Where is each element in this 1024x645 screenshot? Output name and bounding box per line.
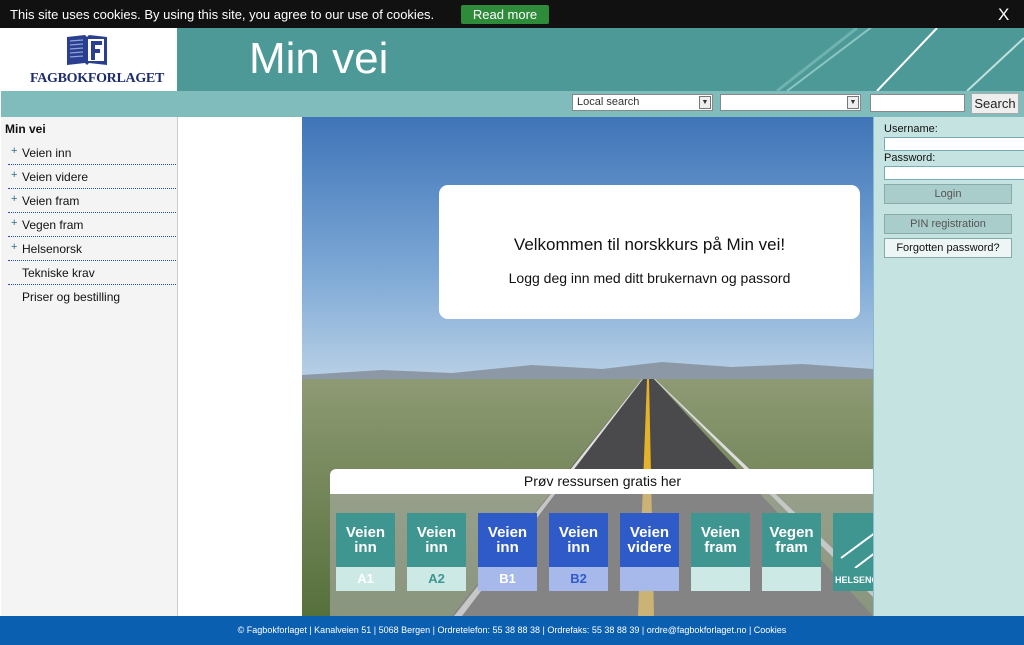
sidebar-item-veien-inn[interactable]: + Veien inn	[8, 141, 176, 165]
tile-line2: inn	[567, 539, 590, 556]
header-banner: Min vei	[177, 28, 1024, 91]
tile-line2: inn	[496, 539, 519, 556]
content-spacer	[178, 117, 302, 616]
trial-panel: Prøv ressursen gratis her Veien inn A1 Ve…	[330, 469, 873, 616]
tile-level: HELSENORSK	[835, 575, 873, 585]
forgotten-password-button[interactable]: Forgotten password?	[884, 238, 1012, 258]
tile-level: B2	[549, 567, 608, 591]
product-tile-vegen-fram[interactable]: Vegen fram	[762, 513, 821, 591]
password-label: Password:	[884, 152, 936, 164]
plus-icon[interactable]: +	[11, 193, 17, 205]
plus-icon[interactable]: +	[11, 217, 17, 229]
sidebar-item-label: Veien fram	[22, 194, 80, 208]
password-input[interactable]	[884, 166, 1024, 180]
product-tile-veien-inn-a2[interactable]: Veien inn A2	[407, 513, 466, 591]
search-button[interactable]: Search	[971, 93, 1019, 114]
search-scope-select[interactable]: Local search ▼	[572, 94, 713, 111]
footer: © Fagbokforlaget | Kanalveien 51 | 5068 …	[0, 616, 1024, 645]
sidebar-item-veien-videre[interactable]: + Veien videre	[8, 165, 176, 189]
sidebar-item-vegen-fram[interactable]: + Vegen fram	[8, 213, 176, 237]
sidebar-item-label: Tekniske krav	[22, 266, 95, 280]
welcome-box: Velkommen til norskkurs på Min vei! Logg…	[439, 185, 860, 319]
page-title: Min vei	[249, 34, 389, 83]
tile-level: B1	[478, 567, 537, 591]
product-tile-veien-inn-b1[interactable]: Veien inn B1	[478, 513, 537, 591]
welcome-heading: Velkommen til norskkurs på Min vei!	[513, 235, 786, 254]
cookie-banner: This site uses cookies. By using this si…	[0, 0, 1024, 28]
search-scope-value: Local search	[577, 96, 640, 108]
sidebar-heading[interactable]: Min vei	[5, 122, 46, 136]
tile-line2: inn	[425, 539, 448, 556]
chevron-down-icon: ▼	[699, 96, 711, 109]
pin-registration-button[interactable]: PIN registration	[884, 214, 1012, 234]
sidebar-item-label: Priser og bestilling	[22, 290, 121, 304]
logo[interactable]: FAGBOKFORLAGET	[1, 28, 177, 91]
tile-label: Veien videre	[620, 513, 679, 567]
helsenorsk-logo-icon	[840, 533, 873, 569]
login-panel: Username: Password: Login PIN registrati…	[873, 117, 1024, 616]
sidebar-item-priser[interactable]: Priser og bestilling	[8, 285, 176, 309]
sidebar-item-label: Vegen fram	[22, 218, 84, 232]
tile-line2: videre	[627, 539, 672, 556]
tile-level	[691, 567, 750, 591]
login-button[interactable]: Login	[884, 184, 1012, 204]
sidebar-menu: + Veien inn + Veien videre + Veien fram + Ve…	[8, 141, 176, 309]
sidebar-item-label: Veien videre	[22, 170, 89, 184]
plus-icon[interactable]: +	[11, 145, 17, 157]
tile-label: Veien inn	[478, 513, 537, 567]
product-tile-veien-inn-b2[interactable]: Veien inn B2	[549, 513, 608, 591]
plus-icon[interactable]: +	[11, 169, 17, 181]
tile-line2: inn	[354, 539, 377, 556]
chevron-down-icon: ▼	[847, 96, 859, 109]
tile-label: Vegen fram	[762, 513, 821, 567]
sidebar-item-label: Helsenorsk	[22, 242, 83, 256]
hero-image: Velkommen til norskkurs på Min vei! Logg…	[302, 117, 873, 616]
close-cookie-button[interactable]: X	[998, 5, 1009, 25]
product-tile-veien-videre[interactable]: Veien videre	[620, 513, 679, 591]
product-tile-veien-inn-a1[interactable]: Veien inn A1	[336, 513, 395, 591]
cookie-message: This site uses cookies. By using this si…	[10, 7, 435, 22]
tile-label: Veien fram	[691, 513, 750, 567]
tile-level: A1	[336, 567, 395, 591]
tile-label: Veien inn	[336, 513, 395, 567]
footer-text[interactable]: © Fagbokforlaget | Kanalveien 51 | 5068 …	[238, 625, 787, 635]
sidebar-item-helsenorsk[interactable]: + Helsenorsk	[8, 237, 176, 261]
tile-line2: fram	[704, 539, 737, 556]
sidebar: Min vei + Veien inn + Veien videre + Veien …	[1, 117, 178, 616]
search-input[interactable]	[870, 94, 965, 112]
tile-label: Veien inn	[407, 513, 466, 567]
search-category-select[interactable]: ▼	[720, 94, 861, 111]
read-more-button[interactable]: Read more	[461, 5, 549, 24]
username-label: Username:	[884, 123, 938, 135]
tile-label: Veien inn	[549, 513, 608, 567]
username-input[interactable]	[884, 137, 1024, 151]
welcome-text: Logg deg inn med ditt brukernavn og pass…	[508, 270, 791, 286]
tile-level: A2	[407, 567, 466, 591]
product-tile-veien-fram[interactable]: Veien fram	[691, 513, 750, 591]
sidebar-item-tekniske-krav[interactable]: Tekniske krav	[8, 261, 176, 285]
tile-level	[762, 567, 821, 591]
sidebar-item-label: Veien inn	[22, 146, 72, 160]
product-tile-helsenorsk[interactable]: HELSENORSK	[833, 513, 873, 591]
plus-icon[interactable]: +	[11, 241, 17, 253]
logo-text: FAGBOKFORLAGET	[30, 71, 164, 86]
tile-line2: fram	[775, 539, 808, 556]
tile-level	[620, 567, 679, 591]
trial-title: Prøv ressursen gratis her	[330, 469, 873, 494]
search-bar: Local search ▼ ▼ Search	[1, 91, 1024, 117]
book-logo-icon	[67, 35, 107, 65]
sidebar-item-veien-fram[interactable]: + Veien fram	[8, 189, 176, 213]
